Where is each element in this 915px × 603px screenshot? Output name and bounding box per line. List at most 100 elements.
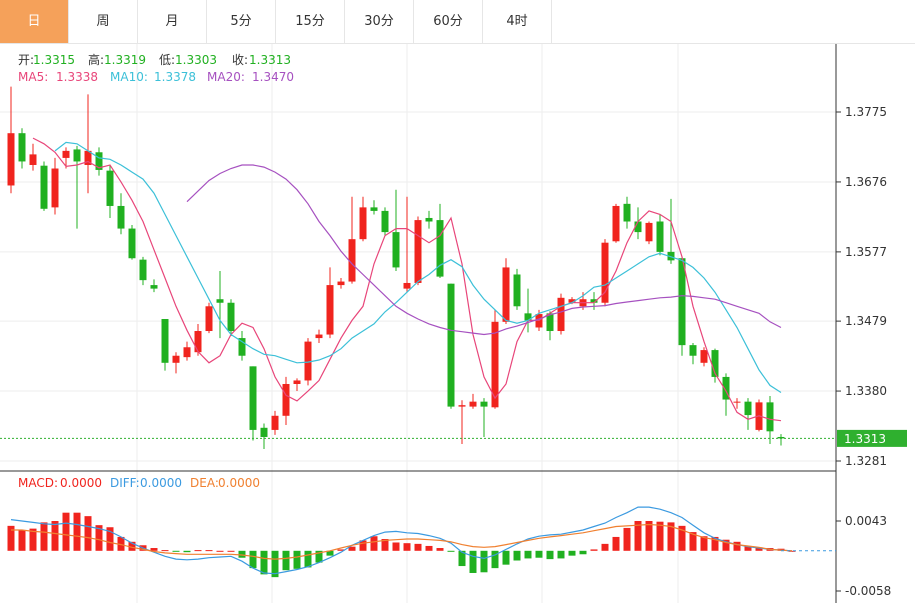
tab-30min[interactable]: 30分	[345, 0, 414, 43]
candle	[205, 302, 213, 334]
diff-label: DIFF:	[110, 476, 140, 490]
candle-body	[557, 297, 565, 332]
candle	[117, 193, 125, 235]
candle	[744, 398, 752, 430]
candle-body	[7, 133, 15, 186]
macd-bar	[403, 543, 411, 551]
tab-month[interactable]: 月	[138, 0, 207, 43]
macd-bar	[150, 548, 158, 551]
candle-body	[612, 205, 620, 242]
macd-bar	[590, 549, 598, 551]
candle	[370, 200, 378, 215]
candle-body	[359, 207, 367, 240]
candlestick-chart[interactable]: 1.3775 1.3676 1.3577 1.3479 1.3380 1.3281 0.0…	[0, 44, 915, 603]
ohlc-legend: 开: 1.3315 高: 1.3319 低: 1.3303 收: 1.3313	[18, 52, 291, 67]
candle	[502, 258, 510, 324]
candle-body	[117, 205, 125, 229]
ma-legend: MA5: 1.3338 MA10: 1.3378 MA20: 1.3470	[18, 70, 294, 84]
candle-body	[29, 154, 37, 165]
high-value: 1.3319	[104, 53, 146, 67]
close-label: 收:	[232, 53, 248, 67]
candle	[139, 256, 147, 286]
macd-bar	[304, 550, 312, 568]
candle-body	[733, 401, 741, 403]
macd-bar	[205, 550, 213, 552]
macd-bar	[601, 543, 609, 551]
candle-body	[447, 283, 455, 407]
macd-bar	[557, 550, 565, 559]
open-value: 1.3315	[33, 53, 75, 67]
candle-body	[249, 366, 257, 430]
candle	[18, 128, 26, 169]
candle-body	[403, 282, 411, 289]
macd-bars	[7, 512, 796, 578]
dea-line	[11, 523, 793, 560]
candle	[447, 283, 455, 409]
candle-body	[656, 221, 664, 252]
price-tick-label: 1.3380	[845, 384, 887, 398]
diff-value: 0.0000	[140, 476, 182, 490]
candle	[359, 196, 367, 242]
tab-60min[interactable]: 60分	[414, 0, 483, 43]
candle-body	[128, 228, 136, 259]
macd-bar	[469, 550, 477, 573]
macd-bar	[513, 550, 521, 561]
candle	[414, 216, 422, 286]
price-tick-label: 1.3479	[845, 314, 887, 328]
dea-label: DEA:	[190, 476, 219, 490]
candle	[216, 270, 224, 339]
candle	[403, 196, 411, 293]
tab-day[interactable]: 日	[0, 0, 69, 43]
tab-week[interactable]: 周	[69, 0, 138, 43]
candle	[777, 434, 785, 446]
candle	[667, 198, 675, 264]
candle-body	[183, 347, 191, 358]
candle-body	[216, 299, 224, 303]
candle-body	[40, 165, 48, 209]
candle-body	[106, 170, 114, 206]
candle	[326, 267, 334, 339]
candle-body	[271, 415, 279, 430]
tab-15min[interactable]: 15分	[276, 0, 345, 43]
tab-5min[interactable]: 5分	[207, 0, 276, 43]
macd-bar	[623, 527, 631, 551]
candle	[106, 164, 114, 218]
macd-bar	[414, 543, 422, 551]
candle	[260, 423, 268, 449]
candle	[469, 393, 477, 409]
candle-body	[469, 401, 477, 407]
macd-bar	[227, 550, 235, 552]
period-tabs: 日 周 月 5分 15分 30分 60分 4时	[0, 0, 915, 44]
macd-bar	[18, 530, 26, 551]
candle	[557, 293, 565, 335]
macd-bar	[447, 550, 455, 552]
macd-bar	[733, 541, 741, 551]
macd-legend: MACD: 0.0000 DIFF: 0.0000 DEA: 0.0000	[18, 476, 260, 490]
candle-body	[425, 217, 433, 222]
ma20-value: 1.3470	[252, 70, 294, 84]
ma5-label: MA5:	[18, 70, 48, 84]
tab-4hour[interactable]: 4时	[483, 0, 552, 43]
candle	[337, 278, 345, 289]
open-label: 开:	[18, 53, 34, 67]
candle	[7, 86, 15, 194]
ma10-value: 1.3378	[154, 70, 196, 84]
candle-body	[62, 150, 70, 158]
candle	[623, 196, 631, 229]
grid	[0, 44, 836, 603]
candle-body	[326, 285, 334, 335]
candle-body	[370, 207, 378, 211]
candle-body	[392, 232, 400, 268]
macd-bar	[282, 550, 290, 571]
candle-body	[172, 355, 180, 363]
macd-bar	[502, 550, 510, 565]
macd-bar	[40, 522, 48, 551]
macd-label: MACD:	[18, 476, 58, 490]
candle-body	[227, 302, 235, 332]
macd-bar	[535, 550, 543, 558]
macd-bar	[161, 550, 169, 552]
candle-body	[293, 380, 301, 384]
macd-bar	[436, 548, 444, 551]
macd-bar	[392, 542, 400, 551]
candle-body	[205, 306, 213, 332]
